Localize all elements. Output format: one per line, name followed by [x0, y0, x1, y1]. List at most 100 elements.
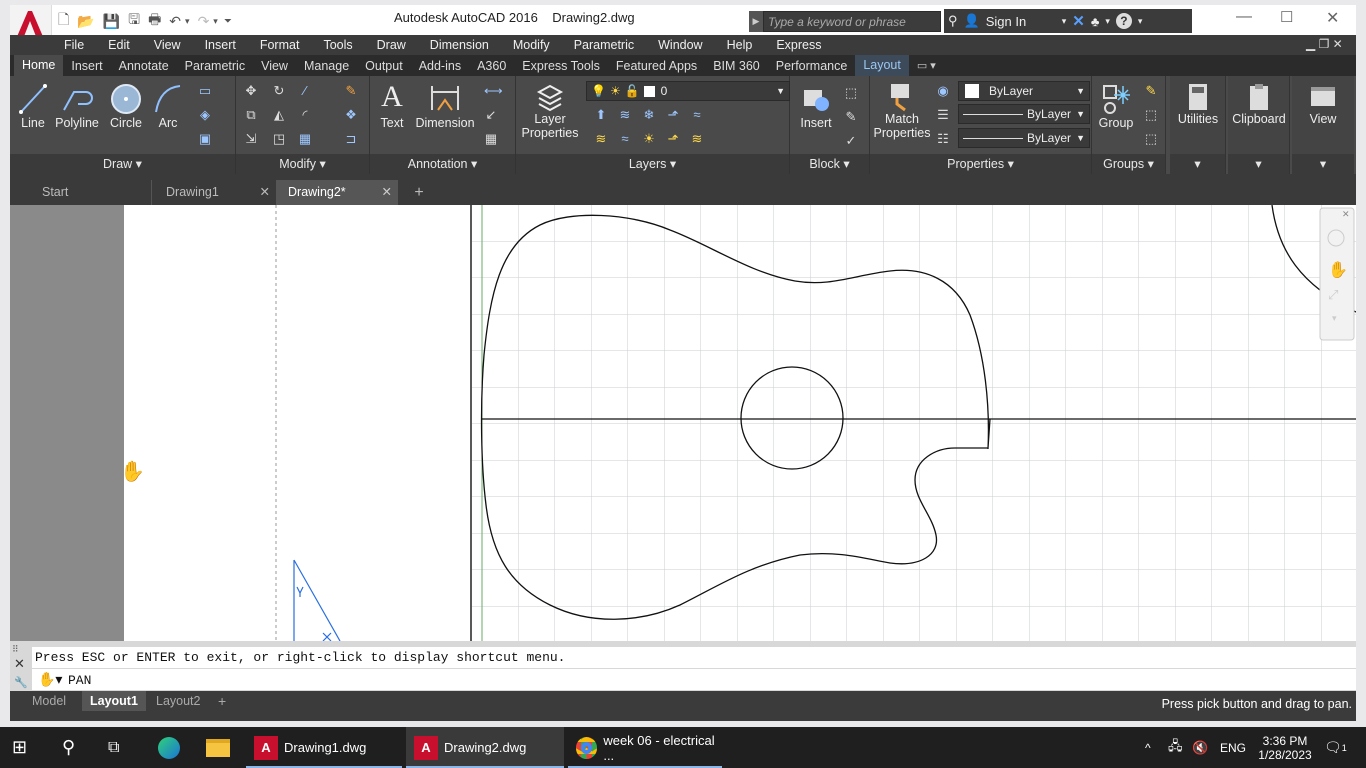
tray-overflow-icon[interactable]: ^	[1145, 727, 1151, 768]
tab-layout2[interactable]: Layout2	[156, 691, 200, 711]
trim-icon[interactable]: ⁄	[298, 84, 312, 98]
recent-command-icon[interactable]: ✋▾	[32, 669, 68, 690]
tab-output[interactable]: Output	[357, 59, 411, 73]
rotate-icon[interactable]: ↻	[272, 84, 286, 98]
clock[interactable]: 3:36 PM 1/28/2023	[1254, 727, 1316, 768]
region-icon[interactable]: ▣	[198, 132, 212, 146]
taskbar-drawing1[interactable]: A Drawing1.dwg	[246, 727, 402, 768]
tab-layout1[interactable]: Layout1	[82, 691, 146, 711]
tab-view[interactable]: View	[253, 59, 296, 73]
tab-manage[interactable]: Manage	[296, 59, 357, 73]
tab-annotate[interactable]: Annotate	[111, 59, 177, 73]
menu-express[interactable]: Express	[776, 38, 821, 52]
command-close-icon[interactable]: ✕	[14, 656, 25, 672]
color-wheel-icon[interactable]: ◉	[936, 84, 950, 98]
lineweight-icon[interactable]: ☰	[936, 108, 950, 122]
layer-isolate-icon[interactable]: ≋	[618, 108, 632, 122]
notifications-button[interactable]: 🗨 1	[1324, 727, 1347, 768]
undo-dropdown-icon[interactable]: ▾	[185, 16, 190, 27]
menu-window[interactable]: Window	[658, 38, 702, 52]
search-button[interactable]: ⚲	[62, 727, 75, 768]
search-input[interactable]: Type a keyword or phrase	[763, 11, 941, 32]
add-layout-button[interactable]: +	[218, 691, 226, 711]
menu-view[interactable]: View	[154, 38, 181, 52]
layer-walk-icon[interactable]: ≋	[690, 132, 704, 146]
arc-button[interactable]: Arc	[150, 82, 186, 130]
groups-panel-title[interactable]: Groups ▾	[1092, 154, 1165, 174]
mirror-icon[interactable]: ◭	[272, 108, 286, 122]
annotation-panel-title[interactable]: Annotation ▾	[370, 154, 515, 174]
layer-unlock-icon[interactable]: ⬏	[666, 132, 680, 146]
layer-dropdown[interactable]: 💡 ☀ 🔓 0 ▼	[586, 81, 790, 101]
clipboard-dropdown-icon[interactable]: ▾	[1228, 154, 1289, 174]
move-icon[interactable]: ✥	[244, 84, 258, 98]
help-icon[interactable]: ?	[1115, 13, 1132, 29]
edit-block-icon[interactable]: ✎	[844, 110, 858, 124]
menu-help[interactable]: Help	[727, 38, 753, 52]
menu-draw[interactable]: Draw	[377, 38, 406, 52]
group-edit-icon[interactable]: ⬚	[1144, 108, 1158, 122]
user-icon[interactable]: 👤	[964, 13, 980, 29]
tab-bim-360[interactable]: BIM 360	[705, 59, 768, 73]
close-button[interactable]: ✕	[1326, 8, 1339, 28]
language-indicator[interactable]: ENG	[1220, 727, 1246, 768]
layer-freeze-icon[interactable]: ❄	[642, 108, 656, 122]
start-button[interactable]: ⊞	[12, 727, 27, 768]
line-button[interactable]: Line	[16, 82, 50, 130]
task-view-button[interactable]: ⧉	[108, 727, 119, 768]
fillet-icon[interactable]: ◜	[298, 108, 312, 122]
menu-dimension[interactable]: Dimension	[430, 38, 489, 52]
tab-drawing1[interactable]: Drawing1 ✕	[154, 180, 276, 205]
tab-model[interactable]: Model	[32, 691, 66, 711]
undo-icon[interactable]: ↶	[169, 13, 181, 30]
plot-icon[interactable]: 🖶	[148, 9, 161, 33]
layout-canvas[interactable]: ✕ ✋ ⤢ ▾ ✋	[10, 205, 1356, 641]
menu-tools[interactable]: Tools	[323, 38, 352, 52]
stretch-icon[interactable]: ⇲	[244, 132, 258, 146]
minimize-button[interactable]: —	[1236, 8, 1252, 26]
linetype-dropdown[interactable]: ByLayer ▼	[958, 128, 1090, 148]
tab-layout[interactable]: Layout	[855, 55, 909, 76]
new-tab-button[interactable]: +	[408, 180, 430, 205]
create-block-icon[interactable]: ⬚	[844, 86, 858, 100]
close-tab-icon[interactable]: ✕	[260, 180, 270, 205]
tab-start[interactable]: Start	[30, 180, 152, 205]
erase-icon[interactable]: ✎	[344, 84, 358, 98]
menu-file[interactable]: File	[64, 38, 84, 52]
make-current-icon[interactable]: ≋	[594, 132, 608, 146]
open-file-icon[interactable]: 📂	[77, 13, 94, 30]
circle-button[interactable]: Circle	[106, 82, 146, 130]
color-dropdown[interactable]: ByLayer ▼	[958, 81, 1090, 101]
command-input[interactable]: ✋▾ PAN	[32, 669, 1356, 690]
menu-insert[interactable]: Insert	[205, 38, 236, 52]
save-icon[interactable]: 💾	[103, 13, 120, 30]
table-icon[interactable]: ▦	[484, 132, 498, 146]
utilities-panel[interactable]: Utilities ▾	[1170, 76, 1226, 174]
layer-unisolate-icon[interactable]: ≈	[618, 132, 632, 146]
redo-dropdown-icon[interactable]: ▾	[213, 16, 218, 27]
modify-panel-title[interactable]: Modify ▾	[236, 154, 369, 174]
tab-add-ins[interactable]: Add-ins	[411, 59, 469, 73]
volume-muted-icon[interactable]: 🔇	[1192, 727, 1208, 768]
draw-panel-title[interactable]: Draw ▾	[10, 154, 235, 174]
explode-icon[interactable]: ❖	[344, 108, 358, 122]
exchange-apps-icon[interactable]: ✕	[1072, 12, 1085, 30]
customize-qat-icon[interactable]: ⏷	[224, 16, 232, 27]
array-icon[interactable]: ▦	[298, 132, 312, 146]
offset-icon[interactable]: ⊐	[344, 132, 358, 146]
navigation-bar[interactable]: ✕ ✋ ⤢ ▾	[1319, 207, 1355, 341]
mdi-controls[interactable]: ▁ ❐ ✕	[1306, 37, 1343, 51]
dimension-button[interactable]: Dimension	[414, 82, 476, 130]
redo-icon[interactable]: ↷	[198, 13, 210, 30]
taskbar-chrome[interactable]: week 06 - electrical ...	[568, 727, 722, 768]
rectangle-icon[interactable]: ▭	[198, 84, 212, 98]
maximize-button[interactable]: ☐	[1280, 8, 1293, 26]
utilities-dropdown-icon[interactable]: ▾	[1170, 154, 1225, 174]
leader-icon[interactable]: ↙	[484, 108, 498, 122]
block-panel-title[interactable]: Block ▾	[790, 154, 869, 174]
layers-panel-title[interactable]: Layers ▾	[516, 154, 789, 174]
tab-express-tools[interactable]: Express Tools	[514, 59, 608, 73]
clipboard-panel[interactable]: Clipboard ▾	[1228, 76, 1290, 174]
command-grip-icon[interactable]: ⠿	[12, 644, 19, 655]
tab-home[interactable]: Home	[14, 55, 64, 76]
